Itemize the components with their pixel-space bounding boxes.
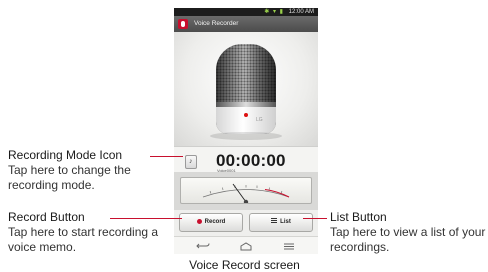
app-title: Voice Recorder xyxy=(194,20,239,27)
microphone-shadow xyxy=(210,132,282,140)
list-icon xyxy=(271,218,278,223)
recording-mode-callout: Recording Mode Icon Tap here to change t… xyxy=(8,148,173,193)
back-icon[interactable] xyxy=(196,242,210,251)
microphone-base: LG xyxy=(216,107,276,134)
list-button-leader-line xyxy=(303,218,327,219)
vu-meter xyxy=(180,177,312,204)
microphone-brand: LG xyxy=(256,117,263,123)
microphone-graphic: LG xyxy=(216,44,276,134)
microphone-app-icon xyxy=(178,19,188,29)
record-button[interactable]: Record xyxy=(179,213,243,232)
recording-mode-icon[interactable]: ♪ xyxy=(185,155,197,169)
record-button-callout: Record Button Tap here to start recordin… xyxy=(8,210,173,255)
vu-meter-dial xyxy=(202,183,290,203)
list-button-callout: List Button Tap here to view a list of y… xyxy=(330,210,488,255)
microphone-illustration: LG xyxy=(174,32,318,146)
list-button[interactable]: List xyxy=(249,213,313,232)
record-button-callout-description: Tap here to start recording a voice memo… xyxy=(8,225,159,254)
record-button-label: Record xyxy=(204,219,226,225)
navigation-bar xyxy=(174,236,318,254)
recording-indicator-light xyxy=(244,113,248,117)
mode-glyph: ♪ xyxy=(189,158,193,165)
screen-caption: Voice Record screen xyxy=(189,258,300,272)
record-dot-icon xyxy=(196,218,202,224)
status-icons: ✱ ▾ ▮ xyxy=(264,9,284,15)
phone-screen: ✱ ▾ ▮ 12:00 AM Voice Recorder LG ♪ 00:00… xyxy=(174,8,318,254)
list-button-callout-title: List Button xyxy=(330,210,387,224)
home-icon[interactable] xyxy=(239,242,253,251)
level-meter-panel xyxy=(174,172,318,210)
microphone-grill xyxy=(216,44,276,102)
list-button-callout-description: Tap here to view a list of your recordin… xyxy=(330,225,486,254)
app-action-bar: Voice Recorder xyxy=(174,16,318,32)
timer-panel: ♪ 00:00:00 Voice0001 xyxy=(174,146,318,173)
recording-mode-callout-title: Recording Mode Icon xyxy=(8,148,123,162)
record-button-callout-title: Record Button xyxy=(8,210,85,224)
status-time: 12:00 AM xyxy=(288,9,314,15)
recording-mode-callout-description: Tap here to change the recording mode. xyxy=(8,163,131,192)
menu-icon[interactable] xyxy=(282,242,296,251)
control-button-row: Record List xyxy=(174,210,318,236)
status-bar: ✱ ▾ ▮ 12:00 AM xyxy=(174,8,318,16)
list-button-label: List xyxy=(280,219,291,225)
